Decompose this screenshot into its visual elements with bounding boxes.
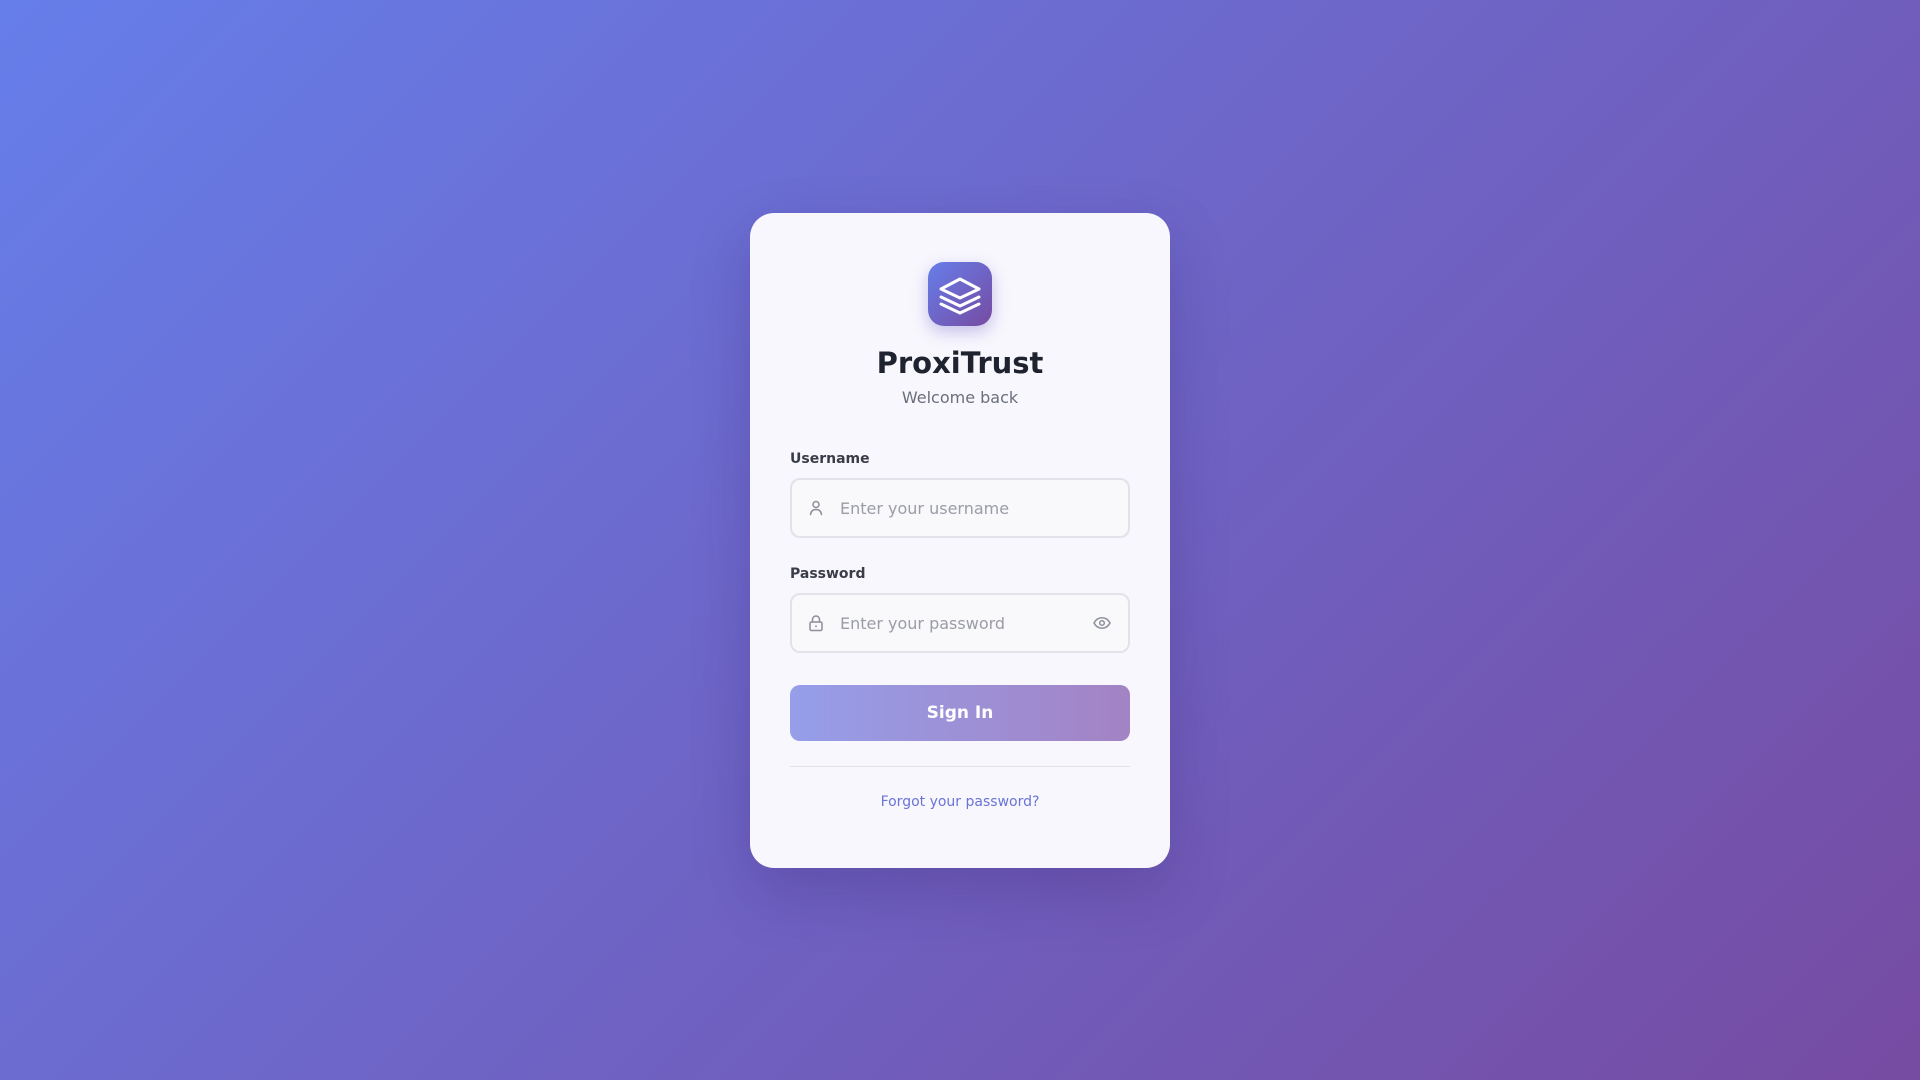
welcome-subtitle: Welcome back — [901, 388, 1019, 407]
sign-in-button[interactable]: Sign In — [790, 685, 1130, 741]
username-field-wrapper — [790, 478, 1130, 538]
password-input[interactable] — [792, 595, 1128, 651]
forgot-password-link[interactable]: Forgot your password? — [790, 793, 1130, 811]
username-input[interactable] — [792, 480, 1128, 536]
layers-icon — [939, 277, 981, 315]
password-field-wrapper — [790, 593, 1130, 653]
app-logo — [928, 262, 992, 326]
login-card: ProxiTrust Welcome back Username Passwor… — [750, 213, 1170, 868]
password-label: Password — [790, 566, 866, 582]
divider — [790, 766, 1130, 767]
username-label: Username — [790, 451, 870, 467]
eye-icon[interactable] — [1092, 613, 1112, 633]
app-title: ProxiTrust — [876, 346, 1044, 380]
